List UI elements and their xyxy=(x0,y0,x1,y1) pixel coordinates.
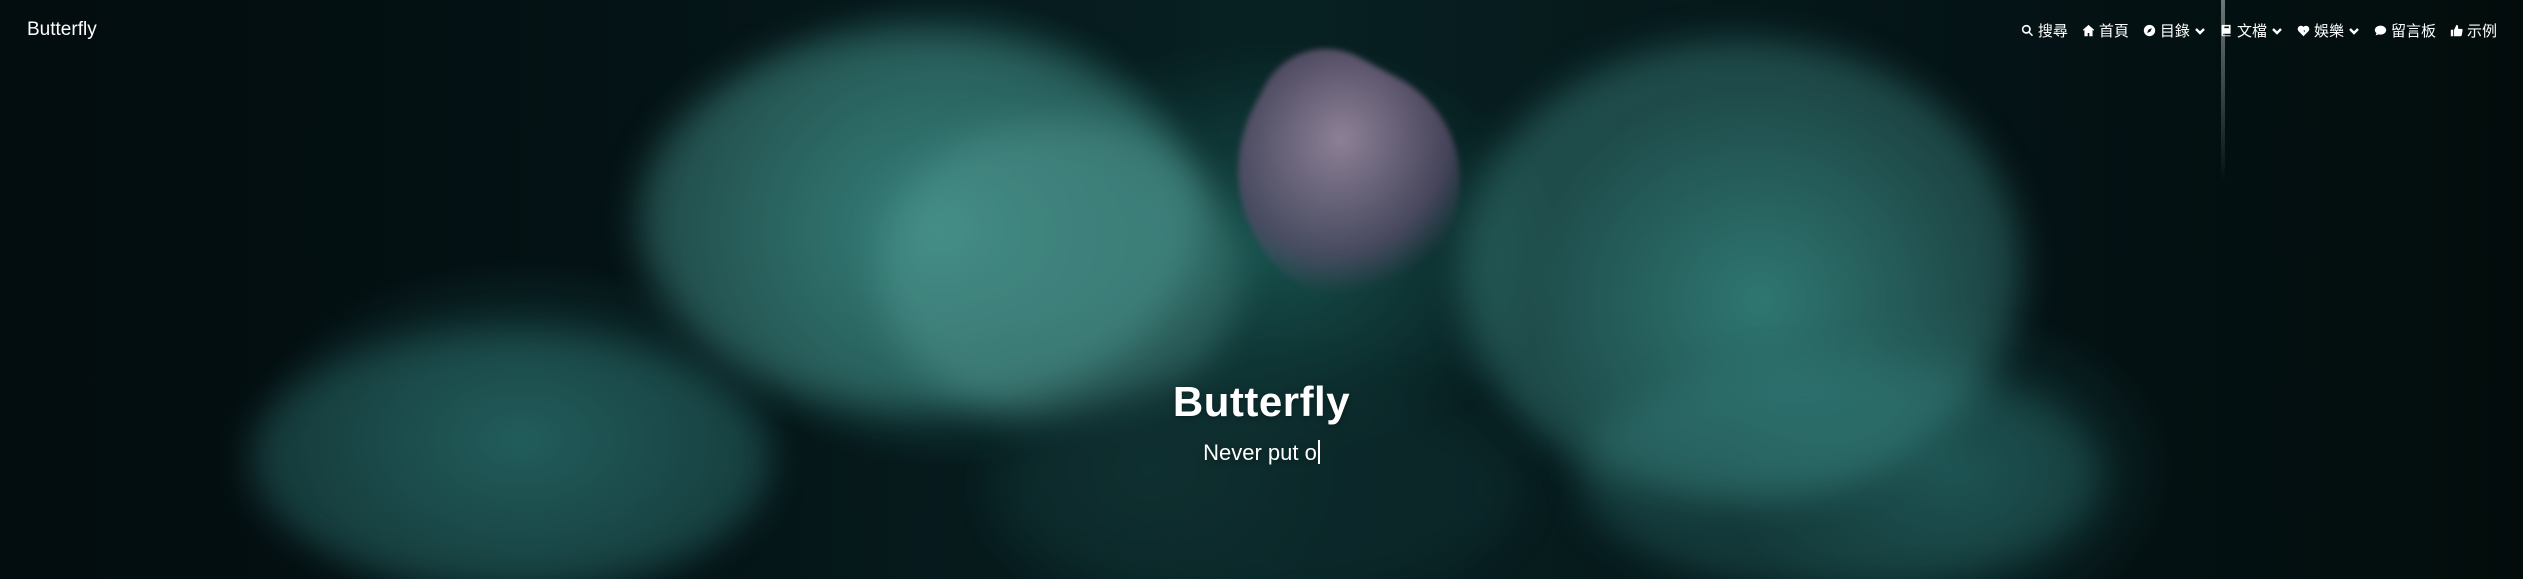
home-icon xyxy=(2082,24,2095,36)
page-header-hero: Butterfly 搜尋 首頁 目錄 文檔 娛樂 留言板 示例 Butterfl… xyxy=(0,0,2523,579)
book-icon xyxy=(2221,24,2231,36)
nav-item-guestbook[interactable]: 留言板 xyxy=(2374,20,2436,41)
site-title: Butterfly xyxy=(1172,378,1351,425)
nav-item-home[interactable]: 首頁 xyxy=(2082,20,2129,41)
nav-item-label: 娛樂 xyxy=(2313,22,2344,40)
nav-item-label: 示例 xyxy=(2466,22,2497,40)
comment-icon xyxy=(2374,25,2387,35)
nav-item-label: 搜尋 xyxy=(2037,22,2068,40)
typing-cursor xyxy=(1317,440,1320,464)
chevron-down-icon xyxy=(2348,24,2360,36)
site-subtitle: Never put o xyxy=(0,440,2523,466)
nav-item-catalog[interactable]: 目錄 xyxy=(2143,20,2206,41)
site-brand-link[interactable]: Butterfly xyxy=(27,19,97,41)
subtitle-text: Never put o xyxy=(1203,440,1317,465)
site-info: Butterfly Never put o xyxy=(0,378,2523,466)
nav-item-entertainment[interactable]: 娛樂 xyxy=(2297,20,2360,41)
nav-item-examples[interactable]: 示例 xyxy=(2450,20,2497,41)
top-nav: Butterfly 搜尋 首頁 目錄 文檔 娛樂 留言板 示例 xyxy=(0,0,2523,60)
nav-item-search[interactable]: 搜尋 xyxy=(2021,20,2068,41)
chevron-down-icon xyxy=(2271,24,2283,36)
nav-item-label: 首頁 xyxy=(2098,22,2129,40)
nav-item-label: 留言板 xyxy=(2390,22,2436,40)
chevron-down-icon xyxy=(2194,24,2206,36)
search-icon xyxy=(2021,24,2033,36)
compass-icon xyxy=(2143,24,2156,36)
hero-overlay xyxy=(0,0,2523,579)
nav-item-label: 文檔 xyxy=(2236,22,2267,40)
thumbs-up-icon xyxy=(2450,24,2463,36)
nav-item-docs[interactable]: 文檔 xyxy=(2220,20,2283,41)
heartbeat-icon xyxy=(2297,25,2310,36)
nav-item-label: 目錄 xyxy=(2159,22,2190,40)
nav-menu: 搜尋 首頁 目錄 文檔 娛樂 留言板 示例 xyxy=(2021,20,2497,41)
